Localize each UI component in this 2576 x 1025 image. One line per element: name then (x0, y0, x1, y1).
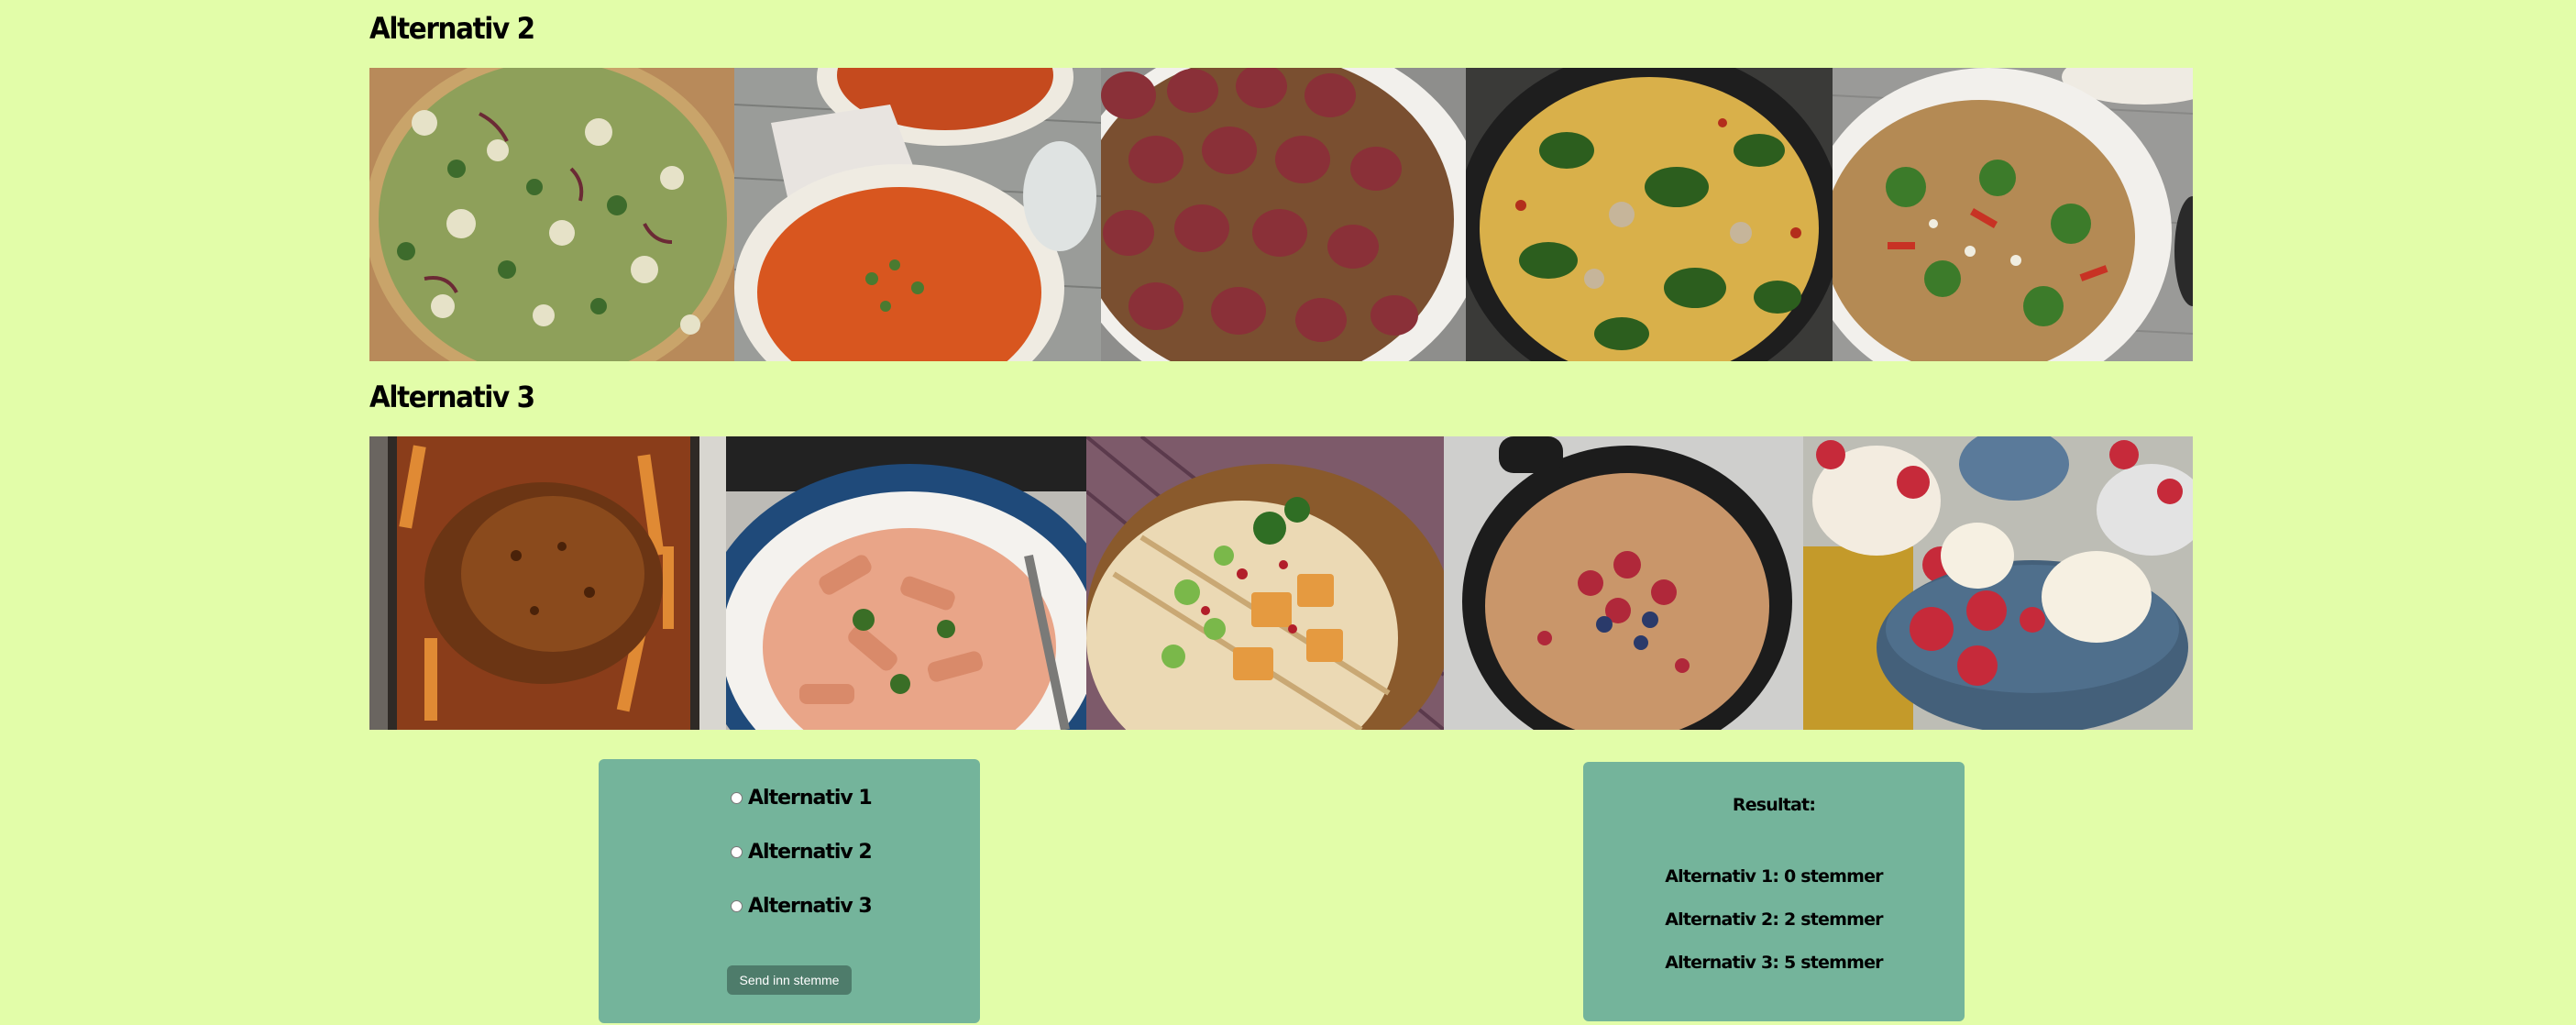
penne-tomato-photo (726, 436, 1086, 730)
roast-chicken-photo (369, 436, 726, 730)
tortilla-photo (1086, 436, 1444, 730)
vote-radio-alternativ-2[interactable] (731, 846, 743, 858)
ice-cream-photo (1803, 436, 2193, 730)
noodle-salad-photo (1833, 68, 2193, 361)
pasta-spinach-photo (1466, 68, 1833, 361)
pizza-photo (369, 68, 734, 361)
vote-option-alternativ-1[interactable]: Alternativ 1 (731, 787, 873, 810)
vote-option-label: Alternativ 2 (748, 841, 873, 864)
pie-photo (1101, 68, 1466, 361)
vote-option-label: Alternativ 1 (748, 787, 873, 810)
section-title-alternativ-3: Alternativ 3 (369, 380, 535, 414)
photo-strip-alternativ-3 (369, 436, 2193, 730)
results-title: Resultat: (1732, 795, 1816, 815)
vote-radio-alternativ-3[interactable] (731, 900, 743, 912)
result-line-alternativ-3: Alternativ 3: 5 stemmer (1665, 953, 1883, 973)
photo-strip-alternativ-2 (369, 68, 2193, 361)
vote-option-alternativ-2[interactable]: Alternativ 2 (731, 841, 873, 864)
skillet-cake-photo (1444, 436, 1803, 730)
vote-option-label: Alternativ 3 (748, 895, 873, 918)
result-line-alternativ-1: Alternativ 1: 0 stemmer (1665, 866, 1883, 887)
vote-form: Alternativ 1 Alternativ 2 Alternativ 3 S… (599, 759, 980, 1023)
results-panel: Resultat: Alternativ 1: 0 stemmer Altern… (1583, 762, 1965, 1021)
vote-radio-alternativ-1[interactable] (731, 792, 743, 804)
submit-vote-button[interactable]: Send inn stemme (727, 965, 852, 995)
result-line-alternativ-2: Alternativ 2: 2 stemmer (1665, 909, 1883, 930)
section-title-alternativ-2: Alternativ 2 (369, 11, 535, 46)
soup-photo (734, 68, 1101, 361)
vote-option-alternativ-3[interactable]: Alternativ 3 (731, 895, 873, 918)
